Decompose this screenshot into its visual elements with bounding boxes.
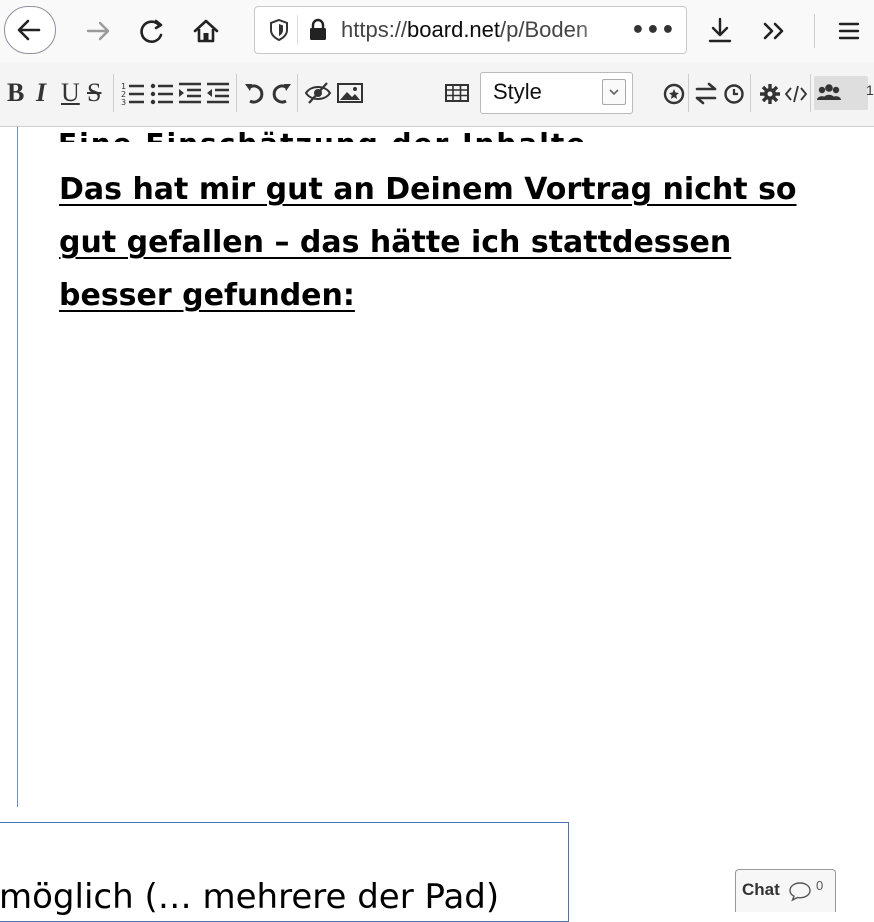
- strikethrough-button[interactable]: S: [87, 76, 109, 110]
- style-select[interactable]: Style: [480, 72, 633, 114]
- redo-icon[interactable]: [268, 76, 294, 110]
- style-select-toggle[interactable]: [602, 79, 626, 105]
- back-button[interactable]: [4, 6, 56, 54]
- forward-arrow-icon: [86, 21, 110, 41]
- bold-button[interactable]: B: [7, 76, 29, 110]
- url-text[interactable]: https://board.net/p/Boden: [341, 17, 588, 43]
- ordered-list-icon[interactable]: 1 2 3: [120, 76, 146, 110]
- url-prefix: https://: [341, 17, 408, 42]
- toolbar-separator: [113, 74, 114, 112]
- shield-icon[interactable]: [267, 17, 291, 43]
- chevron-down-icon: [609, 89, 619, 96]
- url-host: board.net: [407, 17, 501, 42]
- underline-button[interactable]: U: [61, 76, 83, 110]
- unordered-list-icon[interactable]: [149, 76, 175, 110]
- downloads-button[interactable]: [700, 11, 740, 51]
- user-count: 1: [866, 82, 874, 98]
- chat-count: 0: [816, 878, 824, 893]
- back-arrow-icon: [17, 19, 41, 41]
- toolbar-separator: [236, 74, 237, 112]
- browser-toolbar: https://board.net/p/Boden •••: [0, 0, 874, 63]
- reload-icon: [140, 19, 163, 43]
- outdent-icon[interactable]: [205, 76, 231, 110]
- indent-icon[interactable]: [177, 76, 203, 110]
- clear-authorship-icon[interactable]: [303, 76, 333, 110]
- overlay-text: möglich (… mehrere der Pad): [0, 877, 500, 917]
- users-icon: [817, 84, 841, 100]
- pad-border: [17, 127, 18, 807]
- home-icon: [193, 19, 219, 43]
- download-icon: [708, 17, 732, 43]
- toolbar-separator: [688, 74, 689, 112]
- chat-label: Chat: [742, 880, 780, 899]
- image-icon[interactable]: [336, 76, 364, 110]
- url-bar[interactable]: https://board.net/p/Boden •••: [254, 6, 687, 54]
- chat-bubble-icon: [789, 882, 811, 902]
- gear-icon[interactable]: [758, 76, 782, 110]
- url-fade: [575, 8, 630, 52]
- svg-text:3: 3: [121, 98, 126, 107]
- star-icon[interactable]: [662, 76, 686, 110]
- toolbar-separator: [297, 74, 298, 112]
- overlay-box: möglich (… mehrere der Pad): [0, 822, 569, 922]
- undo-icon[interactable]: [242, 76, 268, 110]
- overflow-button[interactable]: [754, 11, 794, 51]
- toolbar-divider: [814, 14, 815, 48]
- import-export-icon[interactable]: [694, 76, 718, 110]
- home-button[interactable]: [186, 11, 226, 51]
- lock-icon[interactable]: [307, 17, 329, 43]
- menu-button[interactable]: [830, 11, 870, 51]
- hamburger-icon: [838, 22, 860, 40]
- chat-button[interactable]: Chat 0: [735, 869, 836, 912]
- double-chevron-icon: [763, 22, 784, 40]
- reload-button[interactable]: [132, 11, 172, 51]
- forward-button[interactable]: [78, 11, 118, 51]
- table-icon[interactable]: [443, 76, 471, 110]
- partial-line: Eine Einschätzung der Inhalte: [58, 118, 618, 142]
- embed-code-icon[interactable]: [784, 76, 808, 110]
- toolbar-separator: [810, 74, 811, 112]
- style-select-value: Style: [493, 79, 542, 104]
- url-divider: [297, 15, 298, 45]
- timeslider-icon[interactable]: [722, 76, 746, 110]
- users-button[interactable]: [814, 76, 868, 110]
- partial-line-text: Eine Einschätzung der Inhalte: [58, 127, 587, 142]
- page-actions-button[interactable]: •••: [631, 18, 676, 43]
- pad-heading[interactable]: Das hat mir gut an Deinem Vortrag nicht …: [59, 163, 839, 322]
- toolbar-separator: [750, 74, 751, 112]
- italic-button[interactable]: I: [36, 76, 56, 110]
